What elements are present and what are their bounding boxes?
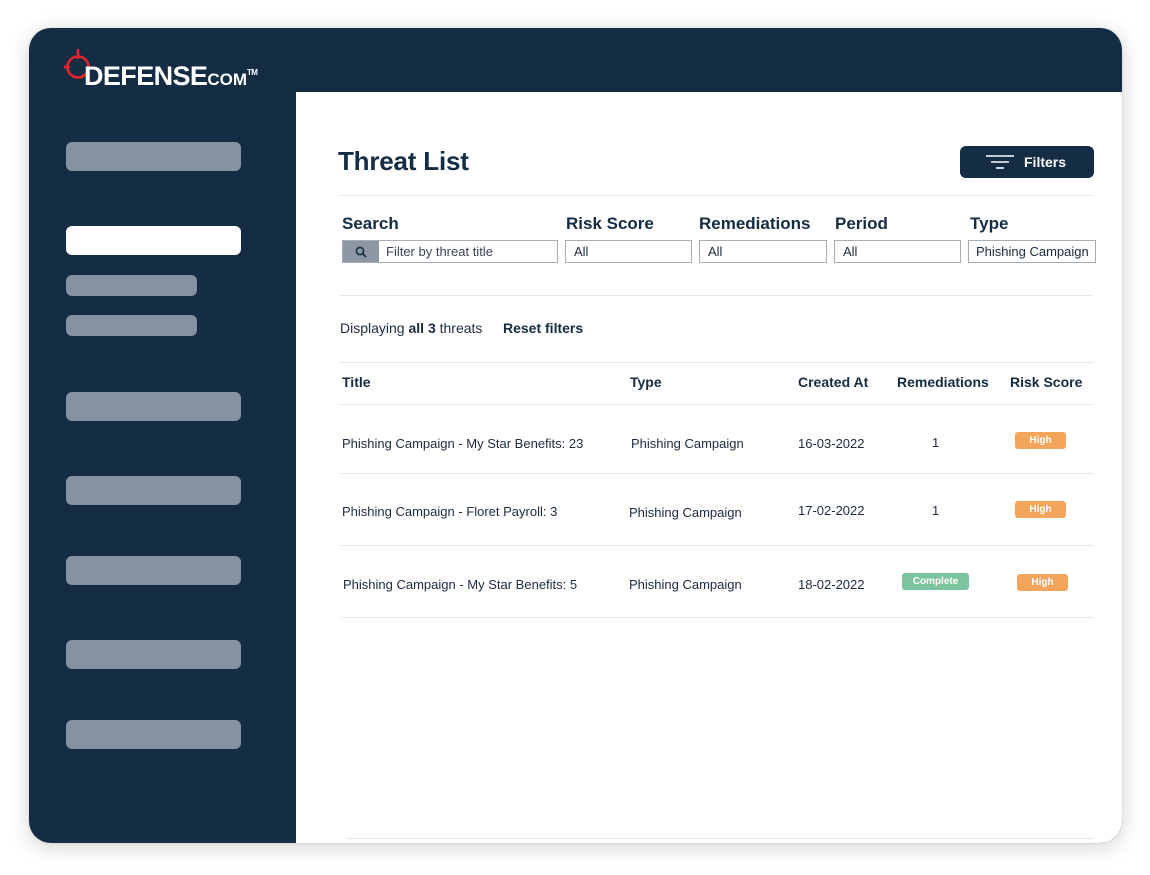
- threat-created-at: 17-02-2022: [798, 503, 865, 518]
- divider: [340, 195, 1092, 196]
- sidebar-subitem-2[interactable]: [66, 315, 197, 336]
- search-button[interactable]: [343, 241, 379, 262]
- remediations-label: Remediations: [699, 214, 811, 233]
- summary-count: all 3: [408, 320, 436, 336]
- sidebar-item-7[interactable]: [66, 720, 241, 749]
- divider: [340, 473, 1094, 474]
- sidebar-item-1[interactable]: [66, 142, 241, 171]
- filters-button[interactable]: Filters: [960, 146, 1094, 178]
- divider: [340, 362, 1094, 363]
- sidebar-item-5[interactable]: [66, 556, 241, 585]
- risk-badge-high: High: [1015, 432, 1066, 449]
- column-header-risk-score[interactable]: Risk Score: [1010, 374, 1082, 390]
- search-input[interactable]: [379, 241, 557, 262]
- type-label: Type: [970, 214, 1009, 233]
- brand-wordmark: DEFENSECOMTM: [84, 61, 258, 91]
- risk-score-label: Risk Score: [566, 214, 654, 233]
- divider: [340, 295, 1092, 296]
- threat-title[interactable]: Phishing Campaign - My Star Benefits: 5: [343, 577, 577, 592]
- brand-name: DEFENSE: [84, 61, 208, 91]
- page-title: Threat List: [338, 146, 469, 176]
- column-header-remediations[interactable]: Remediations: [897, 374, 989, 390]
- threat-created-at: 18-02-2022: [798, 577, 865, 592]
- brand-logo[interactable]: DEFENSECOMTM: [64, 48, 294, 96]
- threat-type: Phishing Campaign: [631, 436, 744, 451]
- period-label: Period: [835, 214, 888, 233]
- app-window: DEFENSECOMTM Threat List Filters Search …: [29, 28, 1122, 843]
- risk-score-select[interactable]: All: [565, 240, 692, 263]
- sidebar-item-4[interactable]: [66, 476, 241, 505]
- risk-badge-high: High: [1017, 574, 1068, 591]
- remediation-status-badge: Complete: [902, 573, 969, 590]
- summary-suffix: threats: [439, 320, 483, 336]
- search-label: Search: [342, 214, 399, 233]
- threat-title[interactable]: Phishing Campaign - Floret Payroll: 3: [342, 504, 557, 519]
- reset-filters-link[interactable]: Reset filters: [503, 320, 583, 336]
- threat-type: Phishing Campaign: [629, 577, 742, 592]
- divider: [342, 617, 1094, 618]
- sidebar-subitem-1[interactable]: [66, 275, 197, 296]
- sidebar-item-6[interactable]: [66, 640, 241, 669]
- threat-remediations: 1: [932, 435, 940, 450]
- threat-type: Phishing Campaign: [629, 505, 742, 520]
- main-panel: Threat List Filters Search Risk Score Re…: [296, 92, 1122, 843]
- summary-prefix: Displaying: [340, 320, 405, 336]
- remediations-select[interactable]: All: [699, 240, 827, 263]
- filters-button-label: Filters: [1024, 154, 1067, 170]
- risk-badge-high: High: [1015, 501, 1066, 518]
- period-select[interactable]: All: [834, 240, 961, 263]
- footer-divider: [346, 838, 1094, 839]
- divider: [340, 545, 1094, 546]
- search-icon: [355, 246, 367, 258]
- sidebar-item-active[interactable]: [66, 226, 241, 255]
- divider: [340, 404, 1094, 405]
- brand-suffix: COM: [207, 70, 247, 89]
- threat-created-at: 16-03-2022: [798, 436, 865, 451]
- brand-tm: TM: [247, 68, 258, 77]
- column-header-created-at[interactable]: Created At: [798, 374, 868, 390]
- search-field: [342, 240, 558, 263]
- threat-remediations: 1: [932, 503, 940, 518]
- filter-lines-icon: [986, 155, 1014, 169]
- column-header-type[interactable]: Type: [630, 374, 662, 390]
- column-header-title[interactable]: Title: [342, 374, 371, 390]
- sidebar-item-3[interactable]: [66, 392, 241, 421]
- type-select[interactable]: Phishing Campaign: [968, 240, 1096, 263]
- threat-title[interactable]: Phishing Campaign - My Star Benefits: 23: [342, 436, 583, 451]
- results-summary: Displaying all 3 threats: [340, 320, 482, 336]
